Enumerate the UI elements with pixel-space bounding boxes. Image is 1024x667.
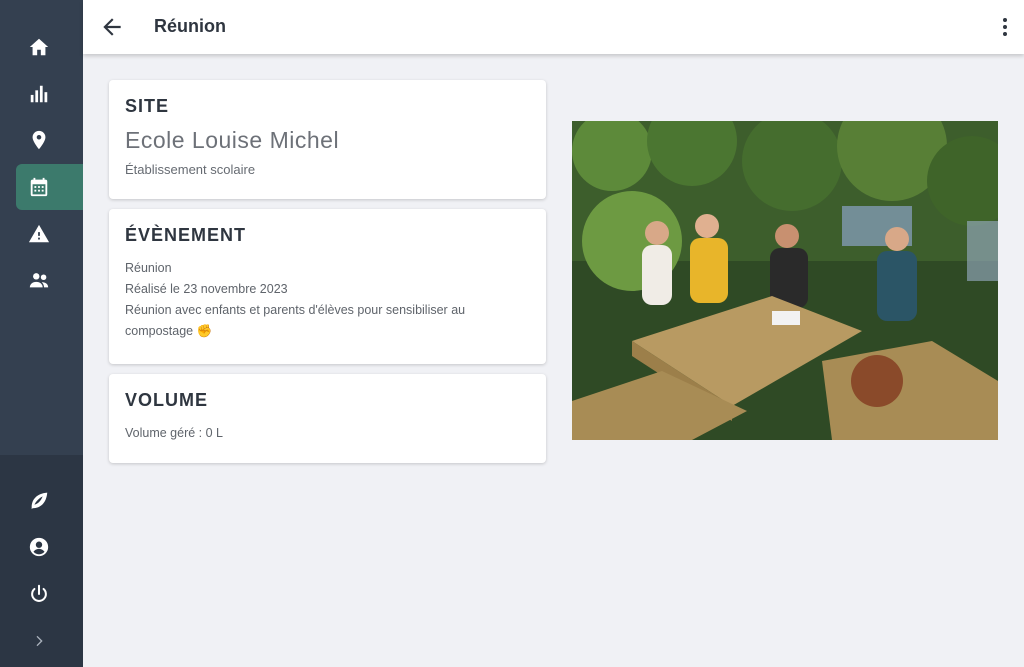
event-kind: Réunion xyxy=(125,261,172,275)
event-heading: ÉVÈNEMENT xyxy=(125,225,247,245)
event-photo[interactable] xyxy=(572,121,998,440)
warning-icon xyxy=(24,223,54,245)
sidebar-item-leaf[interactable] xyxy=(16,477,83,523)
map-pin-icon xyxy=(24,129,54,151)
volume-heading: VOLUME xyxy=(125,390,209,410)
sidebar xyxy=(0,0,83,667)
event-date: Réalisé le 23 novembre 2023 xyxy=(125,282,288,296)
sidebar-item-users[interactable] xyxy=(16,257,83,303)
sidebar-item-stats[interactable] xyxy=(16,71,83,117)
site-type: Établissement scolaire xyxy=(125,162,256,177)
sidebar-item-alerts[interactable] xyxy=(16,211,83,257)
volume-card: VOLUME Volume géré : 0 L xyxy=(109,374,546,463)
chevron-right-icon xyxy=(24,630,54,652)
bar-chart-icon xyxy=(24,83,54,105)
site-card: SITE Ecole Louise Michel Établissement s… xyxy=(109,80,546,199)
event-card: ÉVÈNEMENT Réunion Réalisé le 23 novembre… xyxy=(109,209,546,364)
sidebar-item-account[interactable] xyxy=(16,524,83,570)
sidebar-item-logout[interactable] xyxy=(16,571,83,617)
event-photo-image xyxy=(572,121,998,440)
account-circle-icon xyxy=(24,536,54,558)
site-name: Ecole Louise Michel xyxy=(125,127,340,153)
back-button[interactable] xyxy=(99,14,125,40)
users-icon xyxy=(24,269,54,291)
sidebar-item-sites[interactable] xyxy=(16,117,83,163)
event-description: Réunion avec enfants et parents d'élèves… xyxy=(125,303,466,338)
home-icon xyxy=(24,36,54,58)
sidebar-bottom xyxy=(0,455,83,667)
app-bar: Réunion xyxy=(83,0,1024,54)
power-icon xyxy=(24,583,54,605)
site-heading: SITE xyxy=(125,96,170,116)
sidebar-expand-button[interactable] xyxy=(16,618,83,664)
more-options-button[interactable] xyxy=(1000,14,1010,40)
sidebar-item-home[interactable] xyxy=(16,24,83,70)
calendar-icon xyxy=(24,176,54,198)
arrow-left-icon xyxy=(103,18,121,36)
page-title: Réunion xyxy=(154,16,226,36)
more-vertical-icon xyxy=(1003,18,1007,22)
sidebar-item-events[interactable] xyxy=(16,164,83,210)
leaf-icon xyxy=(24,489,54,511)
volume-text: Volume géré : 0 L xyxy=(125,426,223,440)
